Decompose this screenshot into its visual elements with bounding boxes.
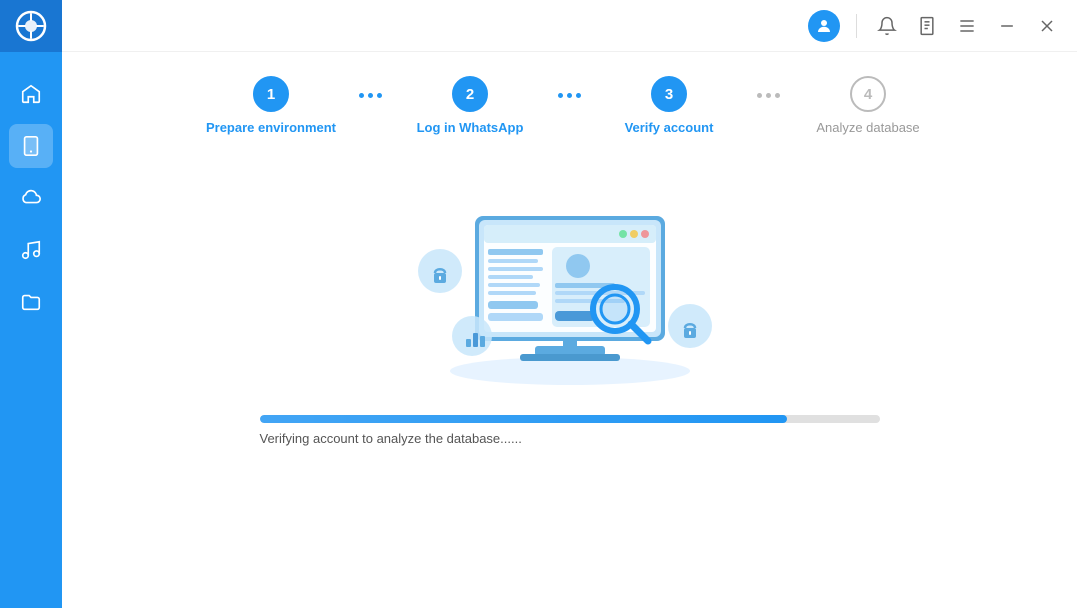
document-button[interactable] xyxy=(913,12,941,40)
menu-icon xyxy=(957,16,977,36)
sidebar-item-home[interactable] xyxy=(9,72,53,116)
user-avatar-icon xyxy=(815,17,833,35)
verify-illustration xyxy=(380,161,760,391)
device-icon xyxy=(20,135,42,157)
dot xyxy=(567,93,572,98)
sidebar xyxy=(0,0,62,608)
titlebar-divider xyxy=(856,14,857,38)
progress-fill xyxy=(260,415,787,423)
sidebar-item-music[interactable] xyxy=(9,228,53,272)
main-content: 1 Prepare environment 2 Log in WhatsApp … xyxy=(62,0,1077,608)
dot xyxy=(757,93,762,98)
steps-bar: 1 Prepare environment 2 Log in WhatsApp … xyxy=(62,52,1077,151)
minimize-icon xyxy=(997,16,1017,36)
sidebar-navigation xyxy=(0,72,62,324)
music-icon xyxy=(20,239,42,261)
step-1: 1 Prepare environment xyxy=(191,76,351,135)
minimize-button[interactable] xyxy=(993,12,1021,40)
close-button[interactable] xyxy=(1033,12,1061,40)
dot xyxy=(576,93,581,98)
progress-label: Verifying account to analyze the databas… xyxy=(260,431,880,446)
step-dots-1 xyxy=(351,93,390,98)
close-icon xyxy=(1037,16,1057,36)
main-body: Verifying account to analyze the databas… xyxy=(62,151,1077,608)
progress-container: Verifying account to analyze the databas… xyxy=(260,415,880,446)
sidebar-logo[interactable] xyxy=(0,0,62,52)
dot xyxy=(766,93,771,98)
sidebar-item-folder[interactable] xyxy=(9,280,53,324)
step-4-label: Analyze database xyxy=(816,120,919,135)
folder-icon xyxy=(20,291,42,313)
sidebar-item-device[interactable] xyxy=(9,124,53,168)
step-3: 3 Verify account xyxy=(589,76,749,135)
step-1-circle: 1 xyxy=(253,76,289,112)
menu-button[interactable] xyxy=(953,12,981,40)
dot xyxy=(368,93,373,98)
illustration xyxy=(380,161,760,391)
step-dots-2 xyxy=(550,93,589,98)
document-icon xyxy=(917,16,937,36)
progress-track xyxy=(260,415,880,423)
dot xyxy=(377,93,382,98)
step-4: 4 Analyze database xyxy=(788,76,948,135)
bell-button[interactable] xyxy=(873,12,901,40)
step-dots-3 xyxy=(749,93,788,98)
step-4-circle: 4 xyxy=(850,76,886,112)
step-2: 2 Log in WhatsApp xyxy=(390,76,550,135)
step-2-circle: 2 xyxy=(452,76,488,112)
dot xyxy=(775,93,780,98)
dot xyxy=(359,93,364,98)
bell-icon xyxy=(877,16,897,36)
titlebar xyxy=(62,0,1077,52)
titlebar-actions xyxy=(808,10,1061,42)
logo-icon xyxy=(15,10,47,42)
step-3-circle: 3 xyxy=(651,76,687,112)
dot xyxy=(558,93,563,98)
home-icon xyxy=(20,83,42,105)
step-1-label: Prepare environment xyxy=(206,120,336,135)
user-avatar[interactable] xyxy=(808,10,840,42)
step-3-label: Verify account xyxy=(625,120,714,135)
sidebar-item-cloud[interactable] xyxy=(9,176,53,220)
cloud-icon xyxy=(20,187,42,209)
step-2-label: Log in WhatsApp xyxy=(417,120,524,135)
